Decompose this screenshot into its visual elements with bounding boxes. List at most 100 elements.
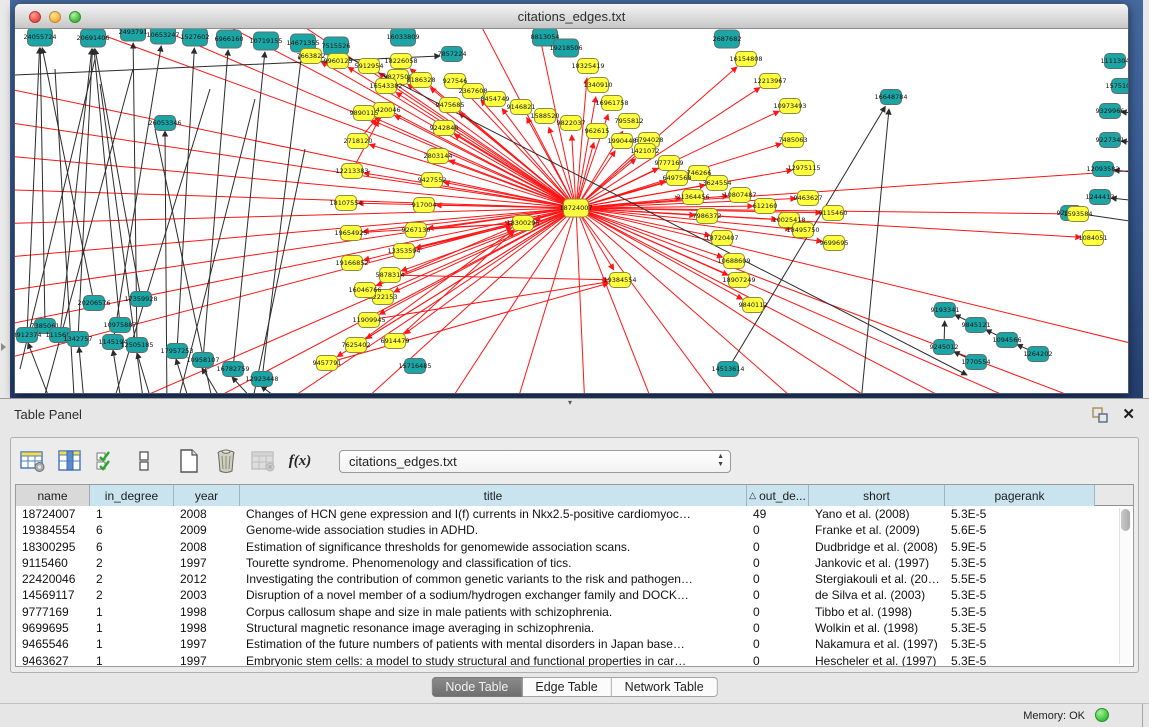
column-header-label: title — [484, 489, 503, 503]
table-row[interactable]: 1456911722003Disruption of a novel membe… — [16, 587, 1133, 603]
column-header-pagerank[interactable]: pagerank — [945, 485, 1095, 506]
select-all-rows-icon[interactable] — [93, 447, 121, 475]
table-cell: 9777169 — [16, 604, 90, 620]
table-row[interactable]: 1872400712008Changes of HCN gene express… — [16, 506, 1133, 522]
column-header-title[interactable]: title — [240, 485, 747, 506]
red-edge[interactable] — [364, 173, 576, 208]
delete-rows-icon[interactable] — [212, 447, 240, 475]
graph-node-label: 3624554 — [703, 179, 732, 187]
table-panel: ▾ Table Panel ✕ — [0, 398, 1149, 703]
table-row[interactable]: 2242004622012Investigating the contribut… — [16, 571, 1133, 587]
column-header-label: out_de... — [759, 489, 806, 503]
graph-node-label: 10688609 — [717, 257, 750, 265]
black-edge[interactable] — [336, 51, 967, 375]
red-edge[interactable] — [454, 134, 576, 208]
red-edge[interactable] — [15, 154, 576, 208]
table-row[interactable]: 969969511998Structural magnetic resonanc… — [16, 620, 1133, 636]
graph-node-label: 5912954 — [355, 62, 384, 70]
graph-node-label: 9427552 — [418, 176, 447, 184]
graph-node-label: 14671355 — [286, 39, 319, 47]
left-splitter-arrow[interactable] — [1, 343, 6, 351]
column-header-name[interactable]: name — [16, 485, 90, 506]
red-edge[interactable] — [576, 208, 655, 393]
red-edge[interactable] — [576, 208, 585, 393]
black-edge[interactable] — [27, 48, 40, 335]
red-edge[interactable] — [576, 208, 965, 393]
network-window-titlebar[interactable]: citations_edges.txt — [15, 4, 1128, 29]
table-row[interactable]: 1830029562008Estimation of significance … — [16, 539, 1133, 555]
table-row[interactable]: 977716911998Corpus callosum shape and si… — [16, 604, 1133, 620]
column-header-out_de[interactable]: △out_de... — [747, 485, 809, 506]
table-row[interactable]: 911546021997Tourette syndrome. Phenomeno… — [16, 555, 1133, 571]
black-edge[interactable] — [177, 48, 194, 351]
black-edge[interactable] — [203, 50, 228, 360]
graph-node-label: 9960125 — [324, 57, 353, 65]
column-header-short[interactable]: short — [809, 485, 945, 506]
table-cell: 9463627 — [16, 653, 90, 667]
table-cell: 0 — [747, 571, 809, 587]
scrollbar-thumb[interactable] — [1121, 509, 1130, 531]
tab-node-table[interactable]: Node Table — [431, 677, 522, 697]
table-cell: 1998 — [174, 620, 240, 636]
red-edge[interactable] — [125, 29, 576, 208]
black-edge[interactable] — [28, 343, 55, 393]
function-builder-icon[interactable]: f(x) — [286, 447, 314, 475]
graph-node-label: 2687682 — [713, 35, 742, 43]
table-row[interactable]: 946554611997Estimation of the future num… — [16, 636, 1133, 652]
tab-edge-table[interactable]: Edge Table — [522, 677, 611, 697]
network-canvas[interactable]: 2405572420691406249379110653247152760269… — [15, 29, 1128, 393]
table-options-icon[interactable] — [19, 447, 47, 475]
row-height-icon[interactable] — [130, 447, 158, 475]
table-panel-title: Table Panel — [14, 407, 82, 422]
show-columns-icon[interactable] — [56, 447, 84, 475]
graph-node-label: 9242848 — [430, 124, 459, 132]
panel-splitter-handle-icon[interactable]: ▾ — [568, 398, 572, 407]
graph-node-label: 9193341 — [931, 306, 960, 314]
table-cell: 5.9E-5 — [945, 539, 1095, 555]
graph-node-label: 9890115 — [350, 109, 379, 117]
black-edge[interactable] — [94, 49, 120, 325]
table-cell: 0 — [747, 620, 809, 636]
tab-network-table[interactable]: Network Table — [612, 677, 718, 697]
table-cell: 1 — [90, 620, 174, 636]
graph-node-label: 9146821 — [507, 103, 536, 111]
table-selector-dropdown[interactable]: citations_edges.txt ▲▼ — [339, 450, 731, 473]
graph-node-label: 19384554 — [603, 276, 636, 284]
black-edge[interactable] — [261, 386, 297, 393]
table-row[interactable]: 946362711997Embryonic stem cells: a mode… — [16, 653, 1133, 667]
graph-node-label: 962615 — [585, 127, 610, 135]
network-desktop: citations_edges.txt 24055724206914062493… — [10, 0, 1143, 398]
graph-node-label: 9777169 — [655, 159, 684, 167]
graph-node-label: 18300295 — [506, 219, 539, 227]
create-table-icon[interactable] — [175, 447, 203, 475]
table-header-row: namein_degree year title △out_de...shortpag… — [16, 485, 1133, 506]
black-edge[interactable] — [233, 52, 265, 369]
black-edge[interactable] — [860, 109, 889, 393]
column-header-year[interactable]: year — [174, 485, 240, 506]
vertical-scrollbar[interactable] — [1119, 508, 1131, 664]
graph-node-label: 10973493 — [773, 102, 806, 110]
dropdown-stepper-icon: ▲▼ — [717, 453, 724, 469]
table-cell: Disruption of a novel member of a sodium… — [240, 587, 747, 603]
memory-status-icon[interactable] — [1095, 708, 1109, 722]
table-row[interactable]: 1938455462009Genome-wide association stu… — [16, 522, 1133, 538]
table-cell: 22420046 — [16, 571, 90, 587]
column-header-label: year — [195, 489, 218, 503]
close-panel-icon[interactable]: ✕ — [1122, 405, 1135, 423]
float-panel-icon[interactable] — [1091, 406, 1109, 424]
table-cell: 9699695 — [16, 620, 90, 636]
black-edge[interactable] — [250, 149, 305, 393]
column-header-in_degree[interactable]: in_degree — [90, 485, 174, 506]
graph-node-label: 12923448 — [245, 375, 278, 383]
graph-node-label: 9329966 — [1096, 107, 1125, 115]
red-edge[interactable] — [576, 169, 1128, 208]
red-edge[interactable] — [576, 208, 1128, 349]
black-edge[interactable] — [79, 347, 85, 393]
graph-node-label: 7955812 — [615, 117, 644, 125]
graph-node-label: 9463627 — [794, 194, 823, 202]
red-edge[interactable] — [375, 118, 576, 208]
graph-node-label: 18720407 — [705, 234, 738, 242]
red-edge[interactable] — [15, 208, 576, 224]
graph-node-label: 2367608 — [459, 87, 488, 95]
red-edge[interactable] — [576, 208, 725, 393]
